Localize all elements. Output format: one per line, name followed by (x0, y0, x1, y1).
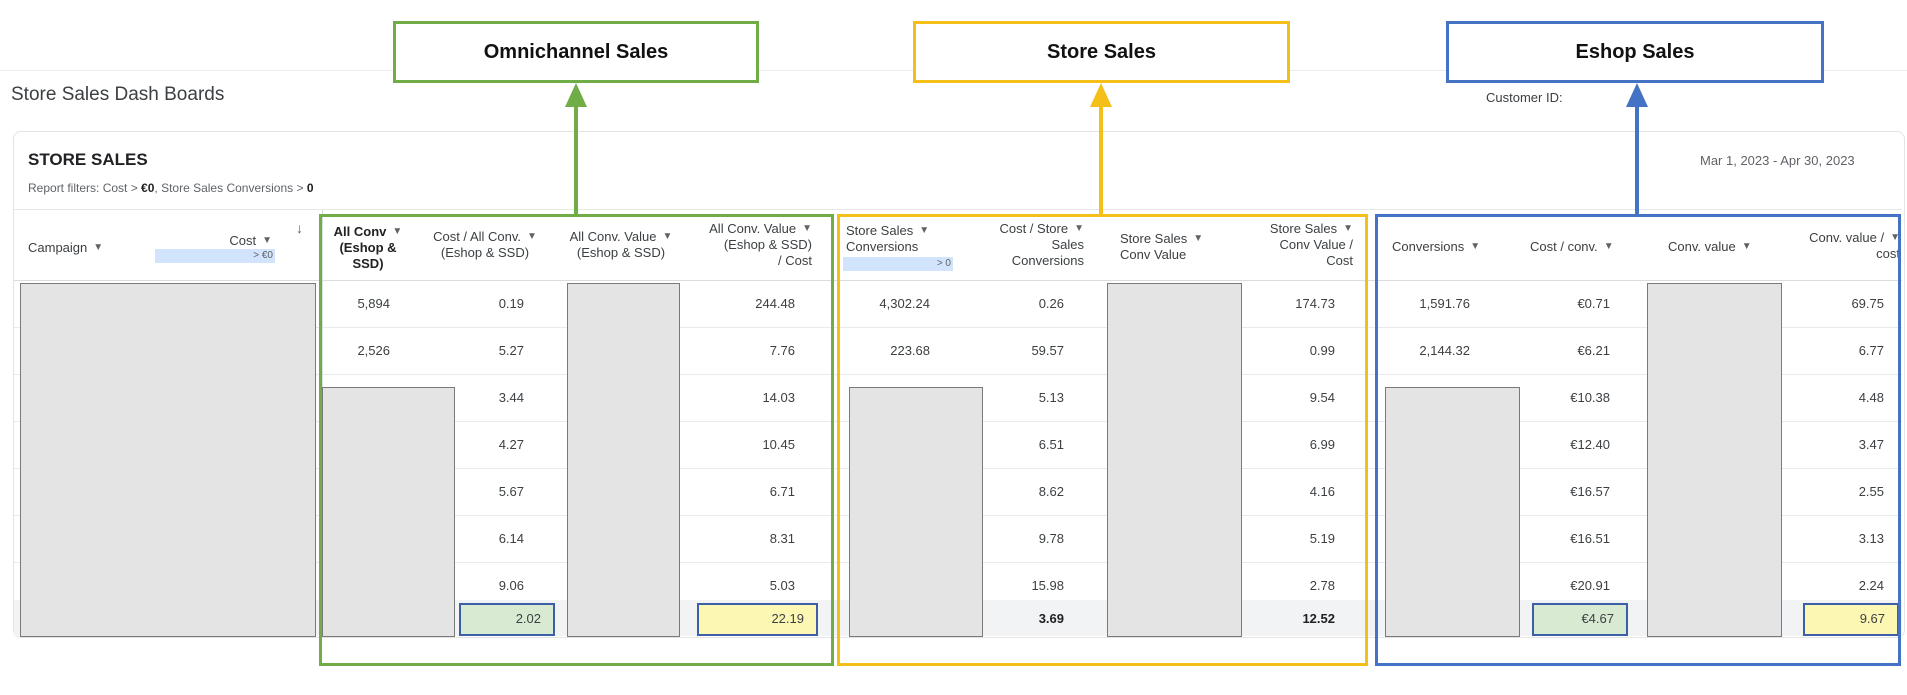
omni-arrow-head-icon (565, 83, 587, 107)
store-arrow-head-icon (1090, 83, 1112, 107)
callout-store-sales: Store Sales (913, 21, 1290, 83)
callout-eshop-sales: Eshop Sales (1446, 21, 1824, 83)
eshop-arrow-head-icon (1626, 83, 1648, 107)
callout-arrows (565, 83, 1648, 214)
callout-omnichannel-sales: Omnichannel Sales (393, 21, 759, 83)
